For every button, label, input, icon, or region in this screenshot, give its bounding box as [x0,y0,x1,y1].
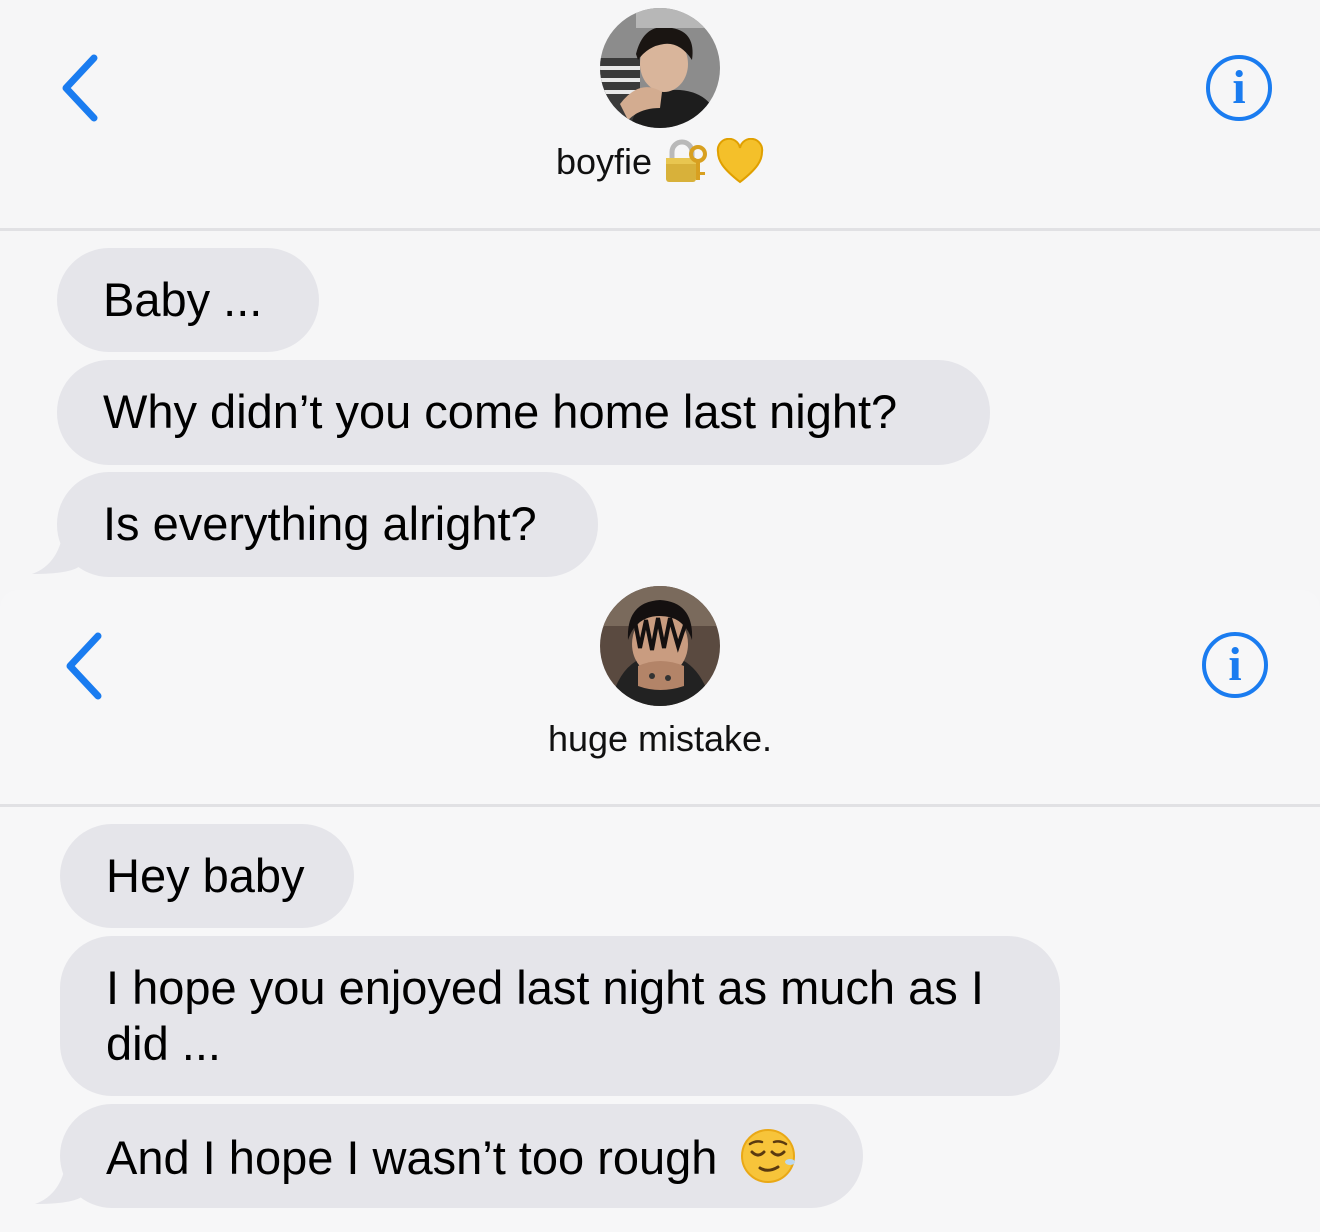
message-text: Hey baby [106,849,305,902]
conversation-header: huge mistake. i [0,586,1320,806]
conversation-screen-huge-mistake: huge mistake. i Hey baby I hope you enjo… [0,586,1320,1232]
chevron-left-icon [66,632,102,700]
message-bubble[interactable]: Hey baby [60,824,354,928]
contact-avatar[interactable] [600,8,720,128]
info-icon: i [1232,61,1246,114]
message-text: Why didn’t you come home last night? [103,385,898,438]
message-bubble[interactable]: Is everything alright? [57,472,598,577]
message-bubble[interactable]: I hope you enjoyed last night as much as… [60,936,1060,1096]
contact-name: boyfie [555,141,653,182]
message-text: Is everything alright? [103,497,537,550]
info-icon: i [1228,638,1242,691]
message-text: Baby ... [103,273,263,326]
back-button[interactable] [52,48,112,128]
conversation-screen-boyfie: boyfie i Baby ... Why didn’t you come ho… [0,0,1320,590]
header-divider [0,228,1320,231]
lock-with-key-icon [660,138,708,186]
conversation-header: boyfie i [0,0,1320,230]
message-text: And I hope I wasn’t too rough [106,1131,718,1184]
message-bubble[interactable]: Baby ... [57,248,319,352]
chevron-left-icon [62,54,98,122]
header-divider [0,804,1320,807]
relieved-face-icon [740,1128,796,1184]
back-button[interactable] [56,626,116,706]
info-button[interactable]: i [1206,55,1272,121]
message-bubble[interactable]: And I hope I wasn’t too rough [60,1104,863,1208]
contact-name: huge mistake. [547,718,773,759]
info-button[interactable]: i [1202,632,1268,698]
contact-name-row[interactable]: huge mistake. [0,718,1320,760]
contact-avatar[interactable] [600,586,720,706]
contact-name-row[interactable]: boyfie [0,137,1320,186]
message-text: I hope you enjoyed last night as much as… [106,961,984,1070]
yellow-heart-icon [716,137,764,186]
message-bubble[interactable]: Why didn’t you come home last night? [57,360,990,465]
